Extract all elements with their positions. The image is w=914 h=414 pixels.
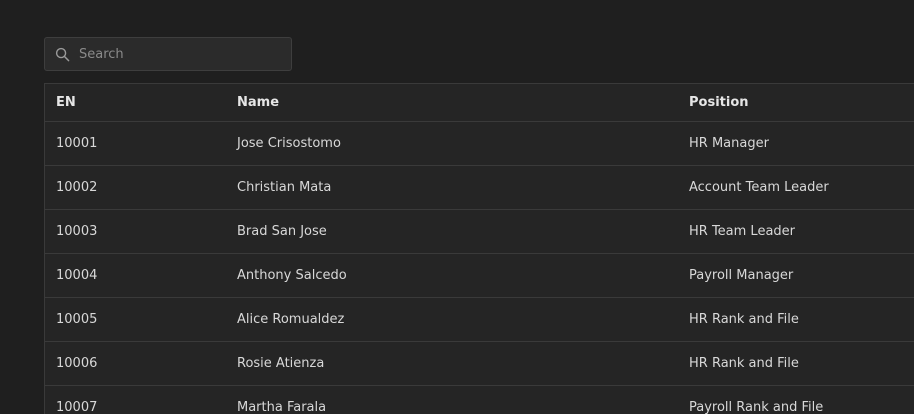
cell-position: HR Rank and File [689,356,799,371]
table-row[interactable]: 10005 Alice Romualdez HR Rank and File [45,298,914,342]
table-row[interactable]: 10002 Christian Mata Account Team Leader [45,166,914,210]
cell-en: 10005 [56,312,98,327]
cell-name: Jose Crisostomo [237,136,341,151]
table-row[interactable]: 10006 Rosie Atienza HR Rank and File [45,342,914,386]
table-row[interactable]: 10007 Martha Farala Payroll Rank and Fil… [45,386,914,414]
cell-position: HR Manager [689,136,769,151]
table-header-row: EN Name Position [45,84,914,122]
cell-en: 10007 [56,400,98,414]
cell-name: Christian Mata [237,180,332,195]
table-row[interactable]: 10004 Anthony Salcedo Payroll Manager [45,254,914,298]
cell-position: Payroll Manager [689,268,794,283]
cell-name: Martha Farala [237,400,327,414]
search-box[interactable] [44,37,292,71]
column-header-position[interactable]: Position [689,84,749,121]
search-input[interactable] [79,38,285,70]
cell-name: Alice Romualdez [237,312,345,327]
cell-position: Account Team Leader [689,180,829,195]
search-icon [55,47,70,62]
cell-en: 10004 [56,268,98,283]
cell-en: 10006 [56,356,98,371]
cell-position: HR Rank and File [689,312,799,327]
cell-position: HR Team Leader [689,224,796,239]
cell-en: 10002 [56,180,98,195]
table-row[interactable]: 10003 Brad San Jose HR Team Leader [45,210,914,254]
cell-en: 10001 [56,136,98,151]
cell-name: Rosie Atienza [237,356,325,371]
column-header-en[interactable]: EN [56,84,76,121]
cell-name: Anthony Salcedo [237,268,347,283]
column-header-name[interactable]: Name [237,84,279,121]
cell-position: Payroll Rank and File [689,400,824,414]
cell-en: 10003 [56,224,98,239]
table-row[interactable]: 10001 Jose Crisostomo HR Manager [45,122,914,166]
employee-table: EN Name Position 10001 Jose Crisostomo H… [44,83,914,414]
employee-list-page: EN Name Position 10001 Jose Crisostomo H… [0,0,914,414]
cell-name: Brad San Jose [237,224,327,239]
